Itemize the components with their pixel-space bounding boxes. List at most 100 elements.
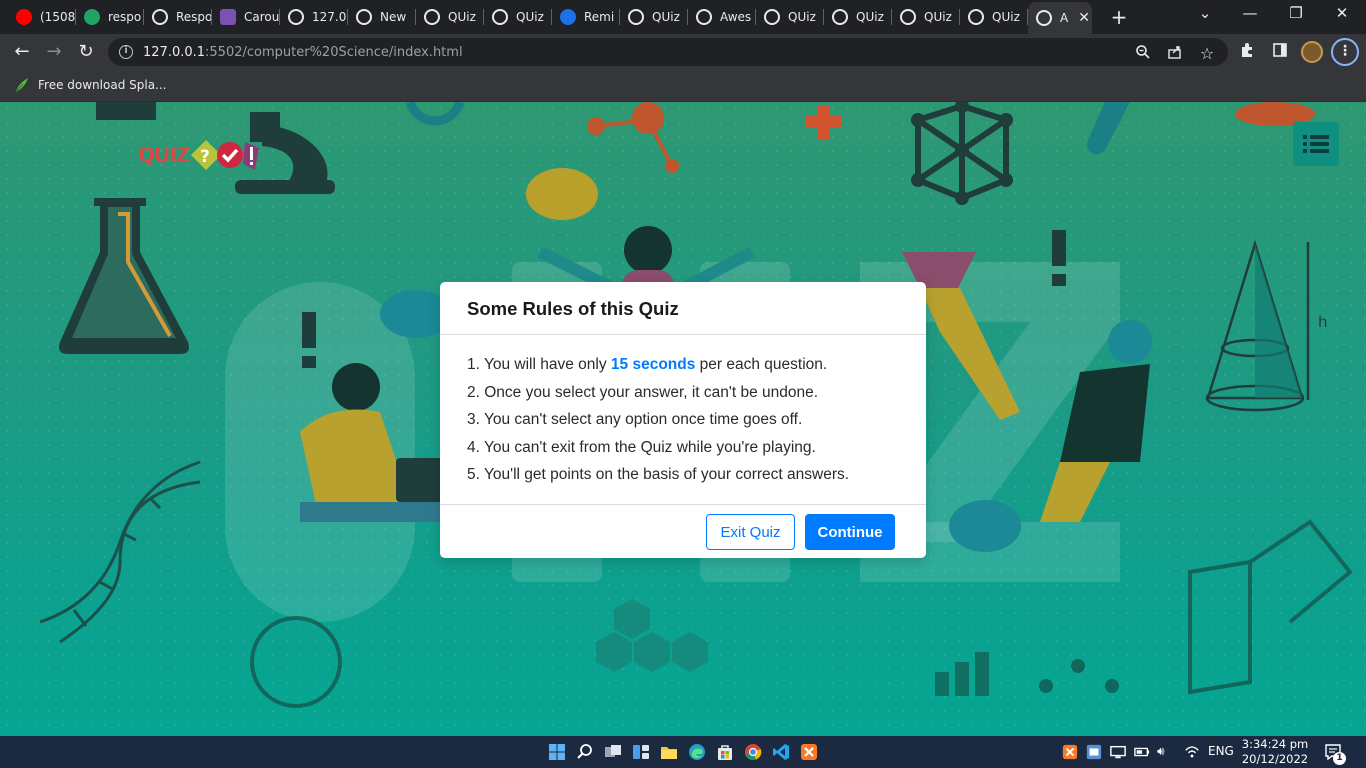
restore-button[interactable]: ❐ <box>1284 4 1308 22</box>
divider <box>440 334 926 335</box>
logo-text: QUIZ <box>138 143 190 167</box>
list-menu-button[interactable] <box>1293 122 1339 166</box>
browser-tab[interactable]: Awes <box>688 4 756 30</box>
dialog-title: Some Rules of this Quiz <box>467 298 679 319</box>
google-drive-icon <box>84 9 100 25</box>
tab-search-icon[interactable]: ⌄ <box>1193 4 1217 22</box>
forward-icon[interactable]: → <box>42 40 66 64</box>
edge-icon[interactable] <box>688 743 706 761</box>
logo-badge-icon: ? <box>191 140 260 170</box>
new-tab-button[interactable]: + <box>1108 5 1130 29</box>
minimize-button[interactable]: — <box>1238 4 1262 22</box>
date-text: 20/12/2022 <box>1241 752 1309 766</box>
wifi-icon[interactable] <box>1184 744 1200 760</box>
time-text: 3:34:24 pm <box>1241 737 1309 751</box>
vscode-icon[interactable] <box>772 743 790 761</box>
profile-avatar[interactable] <box>1301 41 1323 63</box>
app-tray-icon[interactable] <box>1086 744 1102 760</box>
rule-item: 4. You can't exit from the Quiz while yo… <box>467 438 849 466</box>
browser-tab[interactable]: 127.0 <box>280 4 348 30</box>
browser-tab[interactable]: QUiz <box>892 4 960 30</box>
browser-tab[interactable]: QUiz <box>824 4 892 30</box>
zoom-icon[interactable] <box>1133 44 1153 64</box>
bookmark-star-icon[interactable]: ☆ <box>1197 44 1217 63</box>
rule-text: 2. Once you select your answer, it can't… <box>467 383 819 401</box>
browser-tab[interactable]: QUiz <box>756 4 824 30</box>
tab-label: QUiz <box>652 10 680 24</box>
extensions-icon[interactable] <box>1237 42 1257 62</box>
globe-icon <box>764 9 780 25</box>
browser-tab[interactable]: A ✕ <box>1028 2 1092 34</box>
clock[interactable]: 3:34:24 pm 20/12/2022 <box>1240 737 1310 767</box>
cone-height-label: h <box>1318 313 1328 331</box>
tab-label: QUiz <box>856 10 884 24</box>
browser-tab[interactable]: New <box>348 4 416 30</box>
browser-tab[interactable]: Remi <box>552 4 620 30</box>
tab-label: Remi <box>584 10 615 24</box>
widgets-icon[interactable] <box>632 743 650 761</box>
reload-icon[interactable]: ↻ <box>74 40 98 64</box>
windows-taskbar: 🔊︎ ENG 3:34:24 pm 20/12/2022 1 <box>0 736 1366 768</box>
globe-icon <box>424 9 440 25</box>
windows-start-icon[interactable] <box>548 743 566 761</box>
bootstrap-icon <box>220 9 236 25</box>
globe-icon <box>288 9 304 25</box>
exit-quiz-button[interactable]: Exit Quiz <box>706 514 795 550</box>
tab-label: New <box>380 10 407 24</box>
chrome-icon <box>356 9 372 25</box>
task-view-icon[interactable] <box>604 743 622 761</box>
globe-icon <box>968 9 984 25</box>
url-host: 127.0.0.1 <box>143 44 206 60</box>
rule-item: 5. You'll get points on the basis of you… <box>467 465 849 493</box>
browser-tab[interactable]: respo <box>76 4 144 30</box>
tab-label: QUiz <box>992 10 1020 24</box>
browser-tab[interactable]: (1508 <box>8 4 76 30</box>
store-icon[interactable] <box>716 743 734 761</box>
rule-text: 1. You will have only <box>467 356 611 373</box>
rule-item: 1. You will have only 15 seconds per eac… <box>467 355 849 383</box>
bookmark-label: Free download Spla... <box>38 78 167 92</box>
address-bar[interactable]: i 127.0.0.1:5502/computer%20Science/inde… <box>108 38 1228 66</box>
back-icon[interactable]: ← <box>10 40 34 64</box>
search-icon[interactable] <box>576 743 594 761</box>
browser-tab[interactable]: Carou <box>212 4 280 30</box>
browser-tab[interactable]: QUiz <box>960 4 1028 30</box>
language-indicator[interactable]: ENG <box>1208 744 1234 758</box>
rule-text: per each question. <box>695 356 828 373</box>
xampp-tray-icon[interactable] <box>1062 744 1078 760</box>
globe-icon <box>696 9 712 25</box>
continue-button[interactable]: Continue <box>805 514 895 550</box>
tab-label: 127.0 <box>312 10 347 24</box>
share-icon[interactable] <box>1165 44 1185 64</box>
volume-icon[interactable]: 🔊︎ <box>1157 744 1165 759</box>
globe-icon <box>900 9 916 25</box>
close-window-button[interactable]: ✕ <box>1330 4 1354 22</box>
tab-label: QUiz <box>516 10 544 24</box>
display-icon[interactable] <box>1110 744 1126 760</box>
xampp-icon[interactable] <box>800 743 818 761</box>
chrome-icon[interactable] <box>744 743 762 761</box>
youtube-icon <box>16 9 32 25</box>
rule-highlight: 15 seconds <box>610 356 696 373</box>
tab-strip: + ⌄ — ❐ ✕ (1508 respo Respo Carou 127.0 New QU… <box>0 0 1366 34</box>
browser-tab[interactable]: QUiz <box>416 4 484 30</box>
rules-list: 1. You will have only 15 seconds per eac… <box>467 355 849 493</box>
battery-icon[interactable] <box>1134 744 1150 760</box>
rule-text: 4. You can't exit from the Quiz while yo… <box>467 438 816 456</box>
browser-toolbar: ← → ↻ i 127.0.0.1:5502/computer%20Scienc… <box>0 34 1366 70</box>
browser-tab[interactable]: QUiz <box>484 4 552 30</box>
chrome-menu-icon[interactable]: ⋮ <box>1331 38 1359 66</box>
globe-icon <box>628 9 644 25</box>
site-info-icon[interactable]: i <box>119 45 133 59</box>
leaf-icon <box>14 77 30 93</box>
tab-label: Carou <box>244 10 280 24</box>
file-explorer-icon[interactable] <box>660 743 678 761</box>
tab-label: respo <box>108 10 142 24</box>
tab-label: QUiz <box>924 10 952 24</box>
side-panel-icon[interactable] <box>1270 42 1290 62</box>
tab-label: (1508 <box>40 10 76 24</box>
browser-tab[interactable]: QUiz <box>620 4 688 30</box>
browser-tab[interactable]: Respo <box>144 4 212 30</box>
bookmark-item[interactable]: Free download Spla... <box>14 77 166 93</box>
close-tab-icon[interactable]: ✕ <box>1078 10 1090 26</box>
